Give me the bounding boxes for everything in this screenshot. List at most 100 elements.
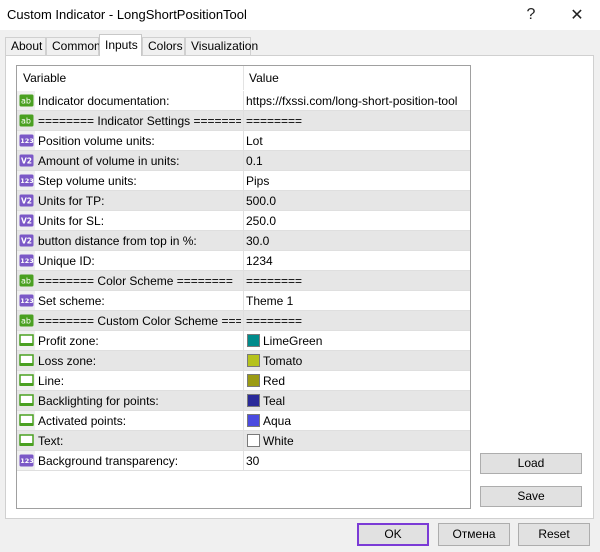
tab-common[interactable]: Common: [46, 37, 101, 55]
grid-row[interactable]: V2 Units for TP: 500.0: [17, 191, 470, 211]
load-button[interactable]: Load: [480, 453, 582, 474]
grid-row[interactable]: 123 Background transparency: 30: [17, 451, 470, 471]
cell-divider: [243, 151, 244, 170]
variable-value[interactable]: Aqua: [263, 414, 291, 428]
variable-value[interactable]: 500.0: [246, 194, 276, 208]
color-swatch[interactable]: [247, 434, 260, 447]
grid-row[interactable]: ab ======== Custom Color Scheme == ====== =…: [17, 311, 470, 331]
variable-value[interactable]: ========: [246, 114, 302, 128]
column-header-variable[interactable]: Variable: [23, 71, 66, 85]
123-icon: 123: [19, 453, 34, 468]
svg-text:V2: V2: [21, 237, 32, 246]
variable-value[interactable]: https://fxssi.com/long-short-position-to…: [246, 94, 457, 108]
variable-value[interactable]: Lot: [246, 134, 263, 148]
variable-name: Unique ID:: [38, 254, 95, 268]
reset-button[interactable]: Reset: [518, 523, 590, 546]
cell-divider: [243, 271, 244, 290]
help-button[interactable]: ?: [508, 0, 554, 30]
svg-text:123: 123: [20, 257, 34, 265]
cell-divider: [243, 211, 244, 230]
variable-name: Units for SL:: [38, 214, 105, 228]
variable-name: Amount of volume in units:: [38, 154, 180, 168]
tab-colors[interactable]: Colors: [142, 37, 185, 55]
variable-name: Step volume units:: [38, 174, 137, 188]
variable-value[interactable]: ========: [246, 314, 302, 328]
variable-value[interactable]: LimeGreen: [263, 334, 322, 348]
variable-value[interactable]: Theme 1: [246, 294, 293, 308]
grid-row[interactable]: Line: Red: [17, 371, 470, 391]
grid-row[interactable]: 123 Unique ID: 1234: [17, 251, 470, 271]
variable-value[interactable]: White: [263, 434, 294, 448]
grid-row[interactable]: V2 button distance from top in %: 30.0: [17, 231, 470, 251]
variable-value[interactable]: 30.0: [246, 234, 269, 248]
variable-value[interactable]: ========: [246, 274, 302, 288]
close-icon: ✕: [570, 7, 584, 24]
grid-row[interactable]: 123 Set scheme: Theme 1: [17, 291, 470, 311]
column-divider[interactable]: [243, 66, 244, 90]
cell-divider: [243, 411, 244, 430]
variable-name: ======== Custom Color Scheme ========: [38, 314, 241, 328]
variable-value[interactable]: Tomato: [263, 354, 302, 368]
grid-row[interactable]: Loss zone: Tomato: [17, 351, 470, 371]
cell-divider: [243, 131, 244, 150]
cell-divider: [243, 231, 244, 250]
variable-name: Text:: [38, 434, 64, 448]
svg-text:123: 123: [20, 137, 34, 145]
color-swatch[interactable]: [247, 354, 260, 367]
variable-value[interactable]: Pips: [246, 174, 269, 188]
variable-value[interactable]: 1234: [246, 254, 273, 268]
cell-divider: [243, 171, 244, 190]
variable-name: ======== Color Scheme ========: [38, 274, 233, 288]
grid-row[interactable]: 123 Step volume units: Pips: [17, 171, 470, 191]
cell-divider: [243, 91, 244, 110]
123-icon: 123: [19, 293, 34, 308]
svg-text:ab: ab: [21, 277, 31, 286]
variable-name: Units for TP:: [38, 194, 105, 208]
grid-row[interactable]: Text: White: [17, 431, 470, 451]
variable-value[interactable]: Teal: [263, 394, 285, 408]
cell-divider: [243, 111, 244, 130]
color-swatch[interactable]: [247, 394, 260, 407]
title-bar: Custom Indicator - LongShortPositionTool…: [0, 0, 600, 30]
color-swatch[interactable]: [247, 374, 260, 387]
svg-text:ab: ab: [21, 117, 31, 126]
cell-divider: [243, 391, 244, 410]
ab-icon: ab: [19, 313, 34, 328]
color-swatch[interactable]: [247, 334, 260, 347]
grid-row[interactable]: Activated points: Aqua: [17, 411, 470, 431]
save-button[interactable]: Save: [480, 486, 582, 507]
cell-divider: [243, 351, 244, 370]
variable-name: Activated points:: [38, 414, 127, 428]
tab-visualization[interactable]: Visualization: [185, 37, 258, 55]
variable-name: Indicator documentation:: [38, 94, 170, 108]
variable-name: Backlighting for points:: [38, 394, 159, 408]
grid-row[interactable]: ab ======== Indicator Settings ======== ==…: [17, 111, 470, 131]
cancel-button[interactable]: Отмена: [438, 523, 510, 546]
123-icon: 123: [19, 173, 34, 188]
grid-row[interactable]: ab Indicator documentation: https://fxssi.…: [17, 91, 470, 111]
grid-row[interactable]: ab ======== Color Scheme ======== ========: [17, 271, 470, 291]
variable-name: Profit zone:: [38, 334, 99, 348]
ok-button[interactable]: OK: [357, 523, 429, 546]
column-header-value[interactable]: Value: [249, 71, 279, 85]
tab-about[interactable]: About: [5, 37, 46, 55]
grid-row[interactable]: 123 Position volume units: Lot: [17, 131, 470, 151]
variable-value[interactable]: Red: [263, 374, 285, 388]
color-icon: [19, 373, 34, 388]
close-button[interactable]: ✕: [554, 0, 600, 30]
variable-value[interactable]: 0.1: [246, 154, 263, 168]
grid-header: Variable Value: [17, 66, 470, 90]
cell-divider: [243, 311, 244, 330]
grid-row[interactable]: V2 Amount of volume in units: 0.1: [17, 151, 470, 171]
grid-row[interactable]: V2 Units for SL: 250.0: [17, 211, 470, 231]
tab-inputs[interactable]: Inputs: [99, 34, 142, 56]
color-swatch[interactable]: [247, 414, 260, 427]
svg-text:123: 123: [20, 177, 34, 185]
grid-row[interactable]: Profit zone: LimeGreen: [17, 331, 470, 351]
grid-row[interactable]: Backlighting for points: Teal: [17, 391, 470, 411]
variable-value[interactable]: 30: [246, 454, 259, 468]
variable-name: button distance from top in %:: [38, 234, 197, 248]
color-icon: [19, 413, 34, 428]
123-icon: 123: [19, 253, 34, 268]
variable-value[interactable]: 250.0: [246, 214, 276, 228]
